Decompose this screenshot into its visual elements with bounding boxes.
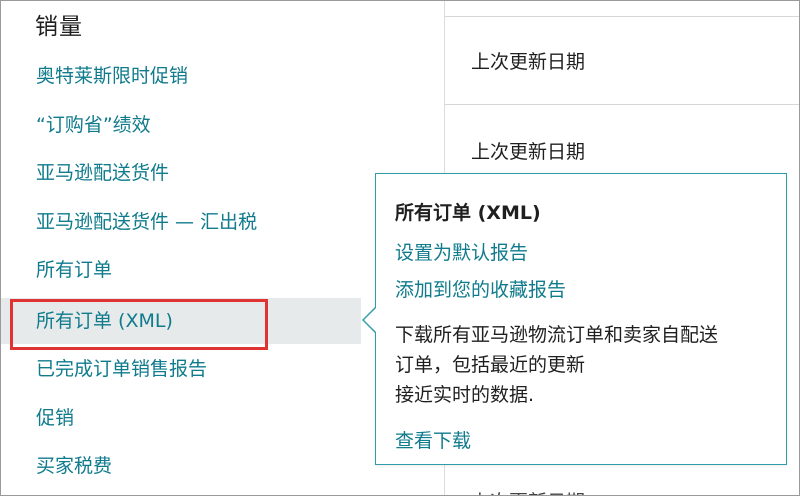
- menu-item-outlet-deals[interactable]: 奥特莱斯限时促销: [1, 53, 361, 99]
- menu-item-fba-shipments[interactable]: 亚马逊配送货件: [1, 150, 361, 196]
- popover-description-line: 下载所有亚马逊物流订单和卖家自配送: [395, 324, 719, 346]
- popover-arrow-fill: [364, 307, 377, 333]
- popover-title: 所有订单 (XML): [395, 202, 541, 224]
- menu-item-all-orders[interactable]: 所有订单: [1, 247, 361, 293]
- report-info-popover: 所有订单 (XML) 设置为默认报告 添加到您的收藏报告 下载所有亚马逊物流订单…: [375, 173, 787, 465]
- add-favorite-report-link[interactable]: 添加到您的收藏报告: [395, 275, 566, 302]
- menu-item-completed-orders-sales[interactable]: 已完成订单销售报告: [1, 346, 361, 392]
- last-updated-label-partial: 上次更新日期: [471, 487, 585, 495]
- menu-item-promotions[interactable]: 促销: [1, 395, 361, 441]
- menu-item-all-orders-xml[interactable]: 所有订单 (XML): [1, 298, 361, 344]
- popover-description-line: 订单，包括最近的更新: [395, 354, 586, 376]
- view-downloads-link[interactable]: 查看下载: [395, 426, 471, 453]
- report-window: 销量 奥特莱斯限时促销 “订购省”绩效 亚马逊配送货件 亚马逊配送货件 — 汇出…: [0, 0, 800, 496]
- menu-item-fba-shipments-tax[interactable]: 亚马逊配送货件 — 汇出税: [1, 199, 361, 245]
- set-default-report-link[interactable]: 设置为默认报告: [395, 238, 528, 265]
- menu-item-subscribe-save[interactable]: “订购省”绩效: [1, 102, 361, 148]
- menu-heading: 销量: [35, 14, 83, 40]
- detail-row: 上次更新日期: [445, 16, 799, 104]
- last-updated-label: 上次更新日期: [471, 51, 586, 73]
- popover-description-line: 接近实时的数据.: [395, 384, 535, 406]
- last-updated-label: 上次更新日期: [471, 141, 586, 163]
- menu-item-buyer-tax[interactable]: 买家税费: [1, 443, 361, 489]
